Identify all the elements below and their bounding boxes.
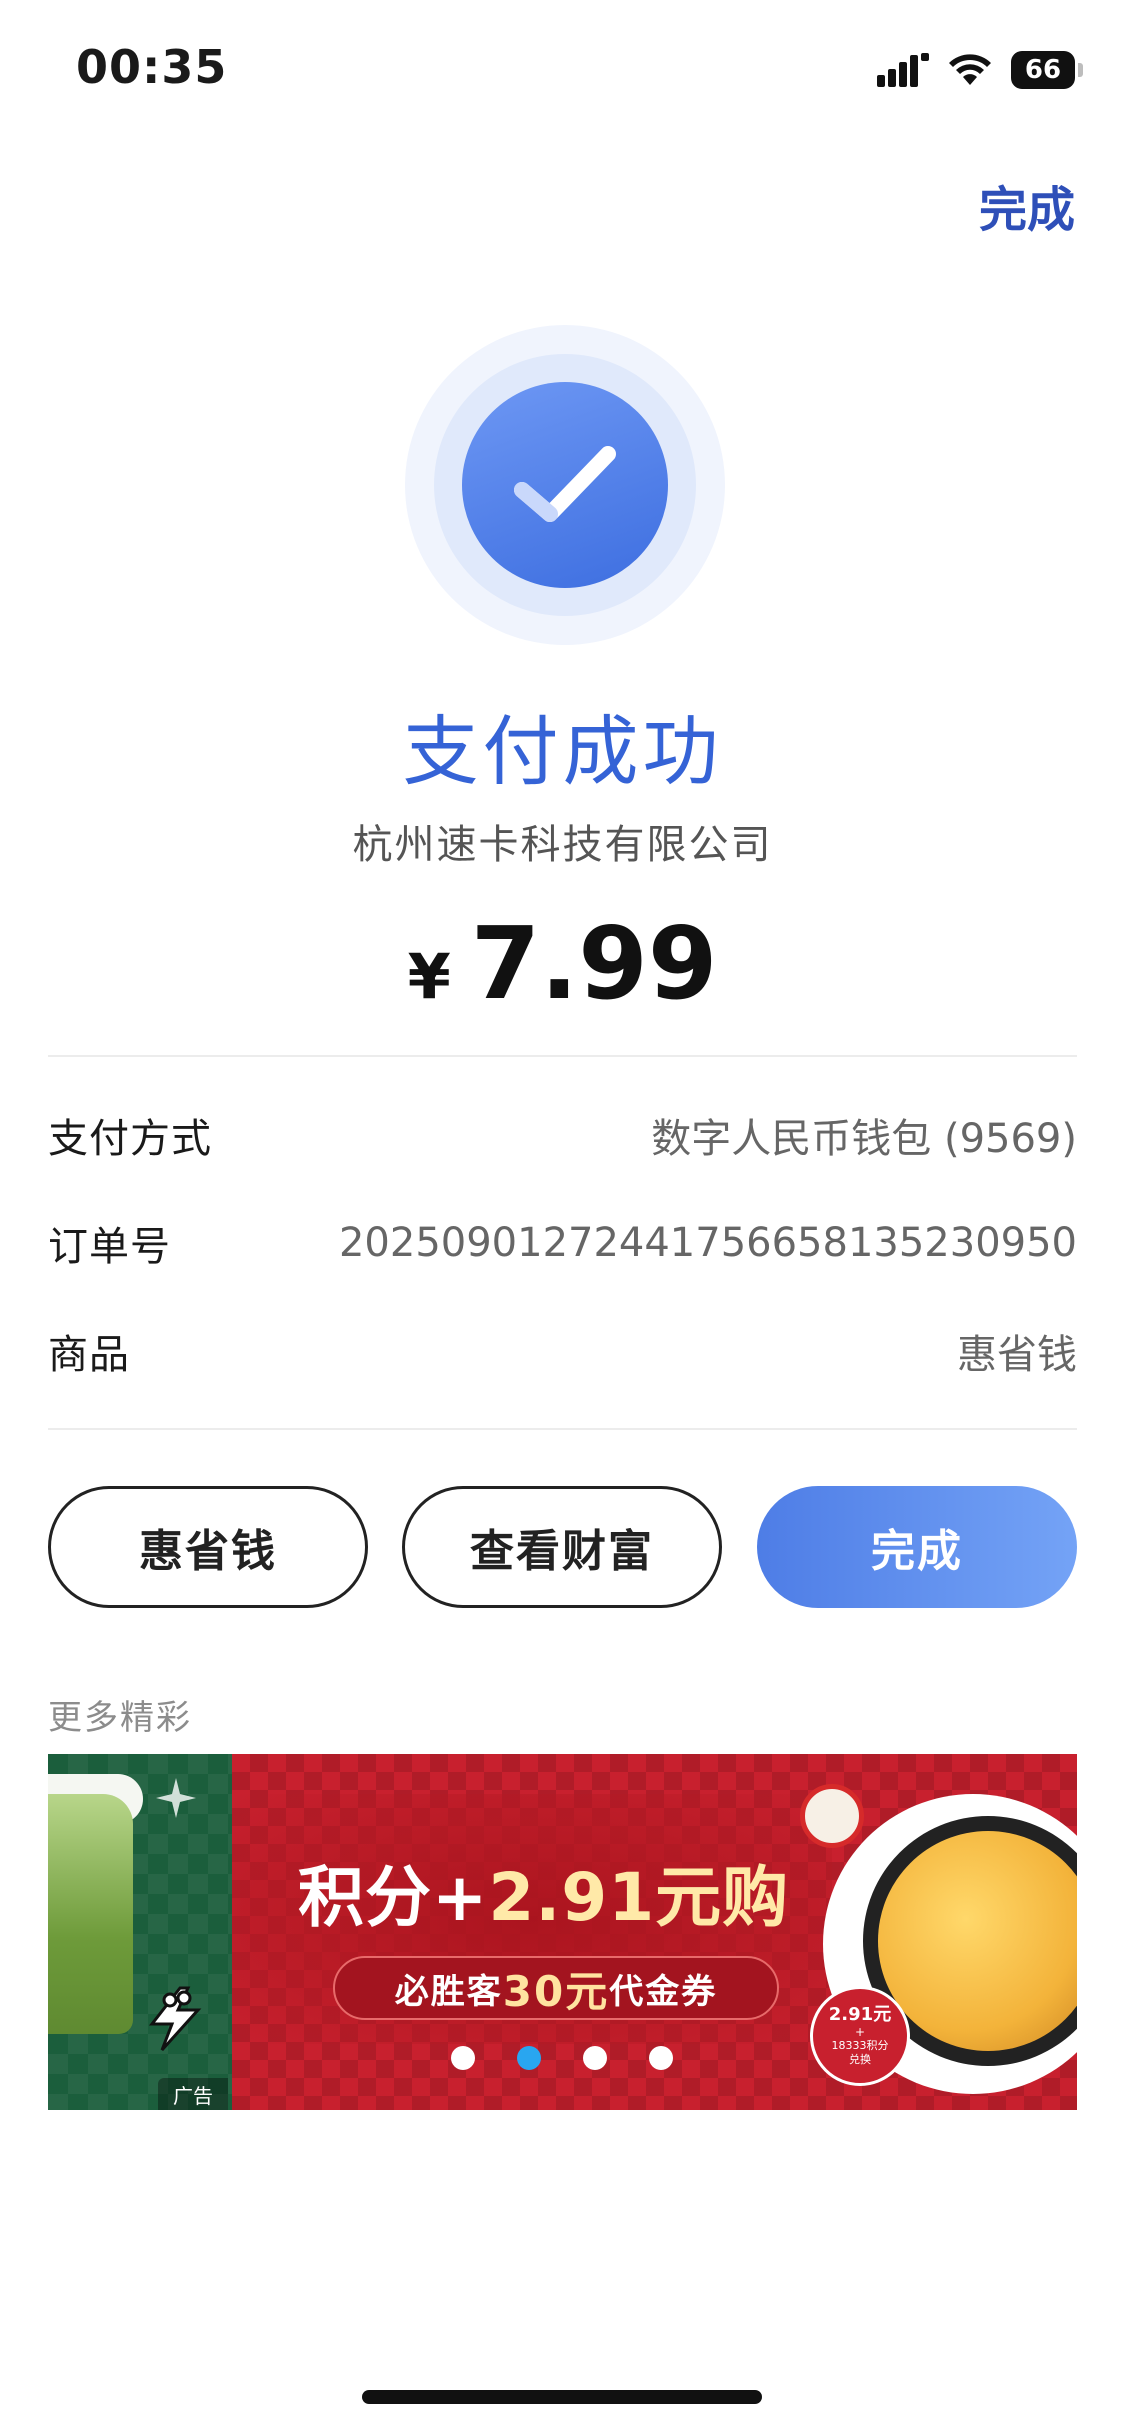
promo-title-prefix: 积分+ [298,1859,489,1936]
carousel-dots [451,2046,673,2070]
detail-value: 惠省钱 [957,1332,1077,1378]
done-button[interactable]: 完成 [757,1486,1077,1608]
view-wealth-button[interactable]: 查看财富 [402,1486,722,1608]
detail-value: 数字人民币钱包 (9569) [651,1116,1077,1162]
promo-title: 积分+2.91元购 [298,1844,789,1940]
payment-result-page: 00:35 66 完成 支付成功 杭州速卡科技有限公司 ¥ 7.99 支付方式 … [0,0,1125,2436]
detail-label: 支付方式 [48,1116,212,1162]
more-section-label: 更多精彩 [48,1698,192,1738]
payment-success-title: 支付成功 [402,707,723,796]
wifi-icon [949,54,991,85]
pill-prefix: 必胜客 [394,1971,503,2012]
carousel-dot[interactable] [583,2046,607,2070]
pill-suffix: 代金券 [609,1971,718,2012]
detail-value: 2025090127244175665813523095​0 [338,1220,1077,1266]
detail-row-order-number: 订单号 2025090127244175665813523095​0 [48,1203,1077,1283]
badge-action: 兑换 [849,2053,871,2066]
promo-title-highlight: 2.91元购 [488,1859,790,1936]
status-bar: 00:35 66 [0,0,1125,135]
promo-banner[interactable]: 积分+2.91元购 必胜客 30元 代金券 2.91元 + 18333积分 兑换… [48,1754,1077,2110]
pill-highlight: 30元 [502,1966,610,2016]
success-icon [405,325,725,645]
success-circle [462,382,668,588]
battery-level: 66 [1024,55,1062,85]
checkmark-icon [514,446,616,522]
carousel-dot[interactable] [649,2046,673,2070]
payment-amount: 7.99 [470,905,718,1022]
sparkle-icon [156,1778,196,1818]
badge-points: 18333积分 [831,2039,889,2052]
detail-row-payment-method: 支付方式 数字人民币钱包 (9569) [48,1095,1077,1175]
lightning-mascot-icon [148,1986,202,2052]
home-indicator[interactable] [362,2390,762,2404]
drink-image [48,1794,133,2034]
huishengqian-button[interactable]: 惠省钱 [48,1486,368,1608]
success-ring [434,354,696,616]
divider-top [48,1055,1077,1057]
carousel-dot[interactable] [451,2046,475,2070]
detail-row-product: 商品 惠省钱 [48,1311,1077,1391]
status-icons: 66 [877,48,1083,92]
detail-label: 商品 [48,1332,130,1378]
amount-row: ¥ 7.99 [0,905,1125,1022]
detail-label: 订单号 [48,1224,171,1270]
price-badge: 2.91元 + 18333积分 兑换 [810,1986,910,2086]
done-link[interactable]: 完成 [979,170,1075,240]
battery-icon: 66 [1011,51,1083,89]
status-time: 00:35 [76,40,228,94]
promo-voucher-pill: 必胜客 30元 代金券 [333,1956,779,2020]
ad-tag: 广告 [158,2078,228,2110]
badge-plus: + [854,2025,866,2039]
divider-bottom [48,1428,1077,1430]
badge-price: 2.91元 [828,2004,892,2025]
currency-symbol: ¥ [407,940,451,1013]
alarm-clock-icon [800,1784,864,1848]
carousel-dot-active[interactable] [517,2046,541,2070]
merchant-name: 杭州速卡科技有限公司 [352,822,773,868]
cellular-signal-icon [877,53,929,87]
